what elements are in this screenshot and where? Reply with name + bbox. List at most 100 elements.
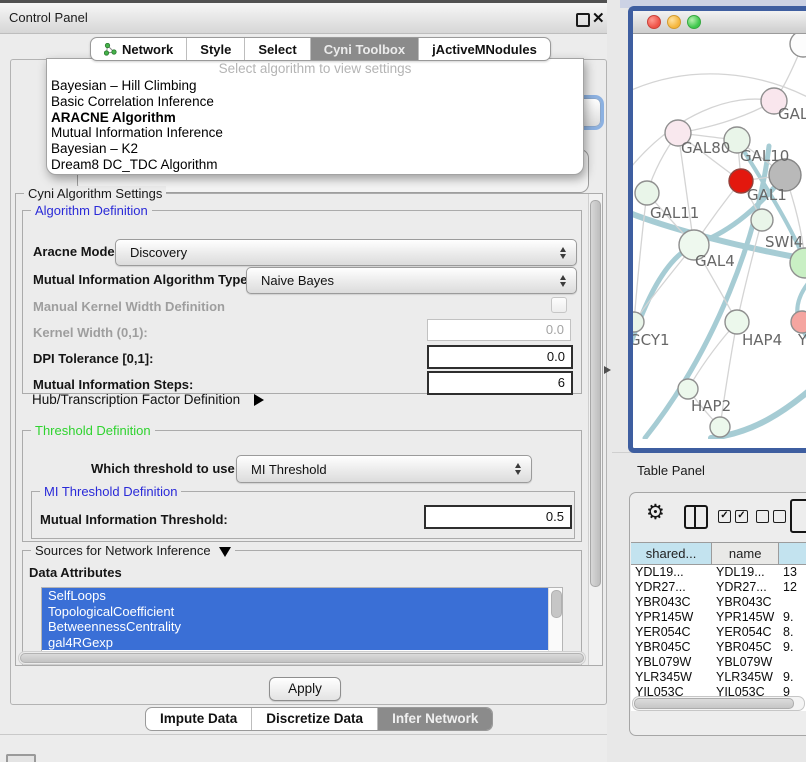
mi-threshold-label: Mutual Information Threshold:: [40, 512, 228, 527]
stepper-arrows-icon: [560, 247, 566, 259]
table-horizontal-scrollbar[interactable]: [632, 696, 805, 711]
which-threshold-select[interactable]: MI Threshold: [236, 455, 532, 483]
float-window-icon[interactable]: [576, 13, 590, 27]
kernel-width-field[interactable]: 0.0: [427, 319, 571, 341]
splitter-cursor-icon: [604, 366, 611, 374]
bottom-tab-infer-network[interactable]: Infer Network: [377, 708, 492, 730]
manual-kernel-checkbox[interactable]: [551, 297, 567, 313]
dpi-tolerance-field[interactable]: 0.0: [427, 345, 573, 369]
node-label-hap4: HAP4: [742, 331, 782, 349]
settings-scrollbar[interactable]: [588, 194, 602, 665]
network-window-titlebar: [633, 11, 806, 34]
aracne-mode-select[interactable]: Discovery: [115, 239, 577, 266]
attribute-item-betweennesscentrality[interactable]: BetweennessCentrality: [42, 619, 549, 635]
zoom-traffic-light[interactable]: [687, 15, 701, 29]
tab-label: Network: [122, 42, 173, 57]
network-node[interactable]: [678, 379, 698, 399]
mi-type-value: Naive Bayes: [261, 268, 334, 293]
data-attributes-list[interactable]: SelfLoopsTopologicalCoefficientBetweenne…: [41, 587, 563, 653]
table-row[interactable]: YBR045CYBR045C9.: [631, 640, 806, 655]
table-body: YDL19...YDL19...13YDR27...YDR27...12YBR0…: [631, 565, 806, 711]
manual-kernel-label: Manual Kernel Width Definition: [33, 299, 225, 314]
table-row[interactable]: YER054CYER054C8.: [631, 625, 806, 640]
network-graph[interactable]: GALGAL80GAL10GAL1GAL11SWI4GAL4GCY1HAP4YH…: [633, 34, 806, 439]
settings-scrollbar-thumb[interactable]: [590, 200, 601, 587]
mi-type-select[interactable]: Naive Bayes: [246, 267, 577, 294]
table-row[interactable]: YDR27...YDR27...12: [631, 580, 806, 595]
table-cell: YER054C: [631, 625, 712, 640]
table-cell: [779, 655, 806, 670]
node-label-gcy1: GCY1: [633, 331, 670, 349]
algorithm-option-aracne-algorithm[interactable]: ARACNE Algorithm: [47, 110, 583, 126]
control-panel-body: Select algorithm to view settings Bayesi…: [10, 59, 607, 705]
table-row[interactable]: YLR345WYLR345W9.: [631, 670, 806, 685]
attributes-scrollbar[interactable]: [548, 588, 562, 652]
unchecked-box-icon: [773, 510, 786, 523]
bottom-tab-discretize-data[interactable]: Discretize Data: [251, 708, 377, 730]
checked-box-icon: ✓: [735, 510, 748, 523]
table-row[interactable]: YPR145WYPR145W9.: [631, 610, 806, 625]
table-cell: 9.: [779, 610, 806, 625]
collapsed-arrow-icon[interactable]: [254, 394, 264, 406]
tab-label: Style: [200, 42, 231, 57]
network-node[interactable]: [790, 34, 806, 57]
tab-cyni-toolbox[interactable]: Cyni Toolbox: [310, 38, 418, 60]
algorithm-option-dream8-dc-tdc-algorithm[interactable]: Dream8 DC_TDC Algorithm: [47, 157, 583, 173]
network-node[interactable]: [635, 181, 659, 205]
node-label-gal10: GAL10: [740, 147, 789, 165]
network-tab-icon: [104, 43, 117, 56]
threshold-definition-group: Threshold Definition Which threshold to …: [22, 430, 582, 542]
mi-threshold-group-title: MI Threshold Definition: [40, 484, 181, 499]
column-header-name[interactable]: name: [712, 543, 779, 564]
attribute-item-gal4rgexp[interactable]: gal4RGexp: [42, 635, 549, 651]
network-node[interactable]: [790, 248, 806, 278]
table-row[interactable]: YBR043CYBR043C: [631, 595, 806, 610]
minimize-traffic-light[interactable]: [667, 15, 681, 29]
algorithm-option-bayesian-hill-climbing[interactable]: Bayesian – Hill Climbing: [47, 78, 583, 94]
column-header-shared-[interactable]: shared...: [631, 543, 712, 564]
algorithm-option-bayesian-k2[interactable]: Bayesian – K2: [47, 141, 583, 157]
select-all-columns-icon[interactable]: ✓ ✓: [718, 510, 748, 523]
node-label-swi4: SWI4: [765, 233, 803, 251]
mi-threshold-field[interactable]: 0.5: [424, 505, 572, 529]
tab-jactivemnodules[interactable]: jActiveMNodules: [418, 38, 550, 60]
mi-steps-field[interactable]: 6: [427, 371, 573, 395]
mi-steps-label: Mutual Information Steps:: [33, 377, 193, 392]
table-cell: YLR345W: [712, 670, 779, 685]
table-cell: YBR045C: [631, 640, 712, 655]
hub-definition-label: Hub/Transcription Factor Definition: [32, 392, 240, 407]
tab-style[interactable]: Style: [186, 38, 244, 60]
tab-select[interactable]: Select: [244, 38, 309, 60]
apply-button[interactable]: Apply: [269, 677, 341, 701]
table-row[interactable]: YDL19...YDL19...13: [631, 565, 806, 580]
columns-icon[interactable]: [684, 505, 708, 529]
deselect-all-columns-icon[interactable]: [756, 510, 786, 523]
expanded-arrow-icon[interactable]: [219, 547, 231, 557]
settings-hscroll-thumb[interactable]: [20, 653, 584, 663]
collapsed-panel-button[interactable]: [6, 754, 36, 762]
attribute-item-selfloops[interactable]: SelfLoops: [42, 588, 549, 604]
network-node[interactable]: [791, 311, 806, 333]
network-edge: [678, 101, 774, 133]
algorithm-option-basic-correlation-inference[interactable]: Basic Correlation Inference: [47, 94, 583, 110]
settings-horizontal-scrollbar[interactable]: [18, 651, 586, 665]
network-node[interactable]: [751, 209, 773, 231]
hub-definition-expander[interactable]: Hub/Transcription Factor Definition: [32, 392, 264, 407]
table-hscroll-thumb[interactable]: [634, 698, 794, 709]
table-row[interactable]: YBL079WYBL079W: [631, 655, 806, 670]
node-label-hap2: HAP2: [691, 397, 731, 415]
algorithm-option-mutual-information-inference[interactable]: Mutual Information Inference: [47, 125, 583, 141]
network-node[interactable]: [710, 417, 730, 437]
network-canvas[interactable]: GALGAL80GAL10GAL1GAL11SWI4GAL4GCY1HAP4YH…: [633, 34, 806, 439]
bottom-tab-impute-data[interactable]: Impute Data: [146, 708, 251, 730]
attributes-scrollbar-thumb[interactable]: [551, 590, 562, 618]
attribute-item-topologicalcoefficient[interactable]: TopologicalCoefficient: [42, 604, 549, 620]
export-table-icon[interactable]: [790, 499, 806, 533]
sources-group-title: Sources for Network Inference: [31, 543, 235, 558]
tab-network[interactable]: Network: [91, 38, 186, 60]
gear-icon[interactable]: ⚙: [646, 500, 665, 525]
column-header-3[interactable]: [779, 543, 806, 564]
close-icon[interactable]: ✕: [592, 9, 605, 27]
table-cell: YDL19...: [712, 565, 779, 580]
close-traffic-light[interactable]: [647, 15, 661, 29]
